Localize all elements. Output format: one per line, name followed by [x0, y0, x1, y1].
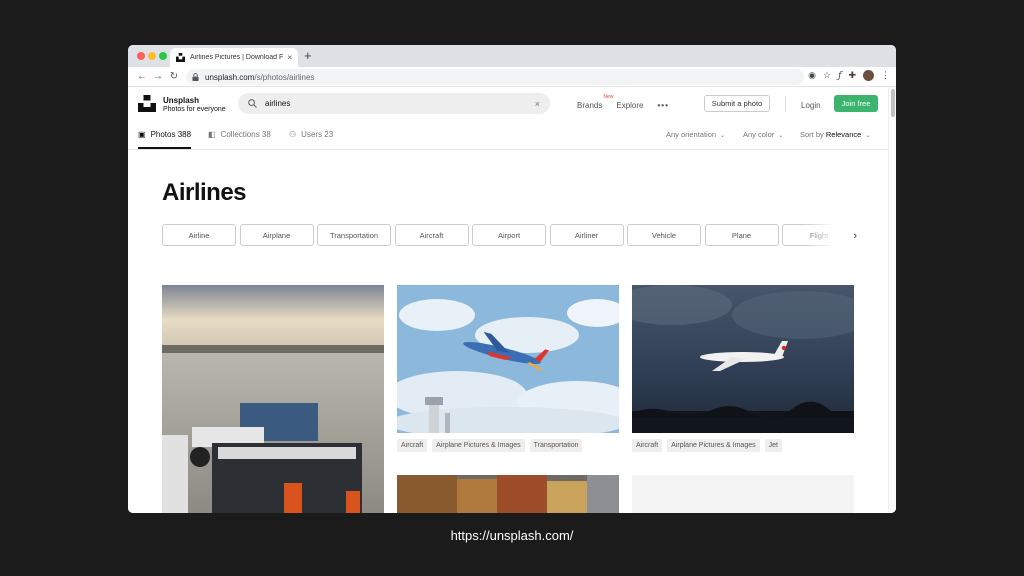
address-bar[interactable]: unsplash.com/s/photos/airlines [186, 69, 804, 85]
more-menu-icon[interactable]: ••• [657, 101, 668, 110]
brand-tagline: Photos for everyone [163, 106, 226, 113]
collections-icon: ◧ [208, 130, 216, 139]
color-filter[interactable]: Any color ⌄ [743, 130, 783, 139]
reload-button[interactable]: ↻ [166, 71, 182, 82]
title-bar: Airlines Pictures | Download F × + [128, 45, 896, 67]
extensions-puzzle-icon[interactable]: ✚ [848, 70, 856, 81]
scrollbar-thumb[interactable] [891, 89, 895, 117]
url-path: /s/photos/airlines [254, 72, 315, 82]
chip-airliner[interactable]: Airliner [549, 224, 624, 246]
photo-tag[interactable]: Aircraft [632, 439, 663, 452]
maximize-window-button[interactable] [159, 52, 167, 60]
browser-window: Airlines Pictures | Download F × + ← → ↻… [128, 45, 896, 513]
brand[interactable]: Unsplash Photos for everyone [163, 96, 226, 114]
photo-plane-blue-sky[interactable] [397, 285, 619, 433]
photo-tag[interactable]: Airplane Pictures & Images [432, 439, 525, 452]
photo-tag[interactable]: Airplane Pictures & Images [667, 439, 760, 452]
photo-jal-plane-storm[interactable] [632, 285, 854, 433]
url-host: unsplash.com [205, 72, 255, 82]
new-tab-button[interactable]: + [304, 48, 312, 64]
join-free-button[interactable]: Join free [834, 95, 878, 112]
page-title: Airlines [162, 179, 247, 206]
login-link[interactable]: Login [801, 101, 821, 110]
browser-menu-icon[interactable]: ⋮ [881, 70, 890, 81]
chip-airline[interactable]: Airline [162, 224, 236, 246]
tab-photos-label: Photos 388 [150, 130, 192, 139]
nav-explore[interactable]: Explore [616, 101, 643, 110]
chevron-down-icon: ⌄ [865, 133, 871, 139]
sort-filter[interactable]: Sort by Relevance ⌄ [800, 130, 870, 139]
tab-close-icon[interactable]: × [287, 53, 292, 62]
site-header: Unsplash Photos for everyone × BrandsNew… [128, 87, 896, 121]
photo-airport-ground-crew-image [162, 285, 384, 513]
tab-collections-label: Collections 38 [220, 130, 271, 139]
chevron-down-icon: ⌄ [778, 133, 784, 139]
forward-button[interactable]: → [150, 71, 166, 82]
tab-users-label: Users 23 [301, 130, 334, 139]
photo-jal-plane-storm-image [632, 285, 854, 433]
photo-tags-2: Aircraft Airplane Pictures & Images Transp… [397, 439, 583, 452]
chip-airport[interactable]: Airport [472, 224, 546, 246]
clear-search-icon[interactable]: × [535, 99, 540, 109]
unsplash-favicon-icon [176, 53, 185, 62]
photo-blurred-street-image [397, 475, 619, 513]
tab-users[interactable]: ⚇ Users 23 [289, 130, 333, 139]
photo-light-sky[interactable] [632, 475, 854, 513]
orientation-filter-label: Any orientation [666, 130, 717, 139]
submit-photo-button[interactable]: Submit a photo [704, 95, 770, 112]
chip-vehicle[interactable]: Vehicle [627, 224, 701, 246]
color-filter-label: Any color [743, 130, 775, 139]
photo-tags-3: Aircraft Airplane Pictures & Images Jet [632, 439, 782, 452]
users-icon: ⚇ [289, 130, 297, 139]
orientation-filter[interactable]: Any orientation ⌄ [666, 130, 725, 139]
photo-icon: ▣ [138, 130, 146, 139]
location-icon[interactable]: ◉ [808, 70, 816, 81]
related-searches: Airline Airplane Transportation Aircraft Air… [162, 224, 858, 247]
tab-photos[interactable]: ▣ Photos 388 [138, 130, 192, 149]
chip-plane[interactable]: Plane [704, 224, 779, 246]
photo-tag[interactable]: Jet [764, 439, 782, 452]
search-input[interactable] [265, 99, 535, 108]
extension-fx-icon[interactable]: ƒ [838, 71, 841, 81]
chip-airplane[interactable]: Airplane [239, 224, 314, 246]
chip-transportation[interactable]: Transportation [317, 224, 391, 246]
page-scrollbar[interactable] [888, 87, 896, 513]
search-icon[interactable] [248, 99, 257, 108]
page-content: Unsplash Photos for everyone × BrandsNew… [128, 87, 896, 513]
brand-name: Unsplash [163, 96, 200, 105]
tab-collections[interactable]: ◧ Collections 38 [208, 130, 271, 139]
new-badge: New [603, 94, 614, 100]
tab-title: Airlines Pictures | Download F [190, 54, 284, 61]
photo-plane-blue-sky-image [397, 285, 619, 433]
nav-brands[interactable]: Brands New [577, 94, 613, 110]
minimize-window-button[interactable] [148, 52, 156, 60]
chevron-down-icon: ⌄ [720, 133, 726, 139]
unsplash-logo-icon[interactable] [138, 95, 156, 112]
header-nav: Brands New Explore ••• [577, 94, 683, 110]
back-button[interactable]: ← [134, 71, 150, 82]
lock-icon [192, 73, 199, 81]
caption-url: https://unsplash.com/ [450, 528, 574, 543]
photo-airport-ground-crew[interactable] [162, 285, 384, 513]
browser-tab[interactable]: Airlines Pictures | Download F × [170, 48, 298, 67]
header-divider [785, 96, 786, 112]
search-bar: × [238, 93, 550, 114]
close-window-button[interactable] [137, 52, 145, 60]
profile-avatar[interactable] [863, 70, 874, 81]
photo-tag[interactable]: Aircraft [397, 439, 428, 452]
browser-toolbar: ← → ↻ unsplash.com/s/photos/airlines ◉ ☆… [128, 67, 896, 87]
nav-brands-label: Brands [577, 101, 603, 110]
photo-tag[interactable]: Transportation [529, 439, 583, 452]
sort-value: Relevance [825, 130, 862, 139]
chip-aircraft[interactable]: Aircraft [394, 224, 469, 246]
sort-label: Sort by [800, 130, 824, 139]
bookmark-star-icon[interactable]: ☆ [823, 70, 831, 81]
chevron-right-icon[interactable]: › [803, 224, 863, 247]
search-subnav: ▣ Photos 388 ◧ Collections 38 ⚇ Users 23 An… [128, 121, 888, 150]
photo-blurred-street[interactable] [397, 475, 619, 513]
